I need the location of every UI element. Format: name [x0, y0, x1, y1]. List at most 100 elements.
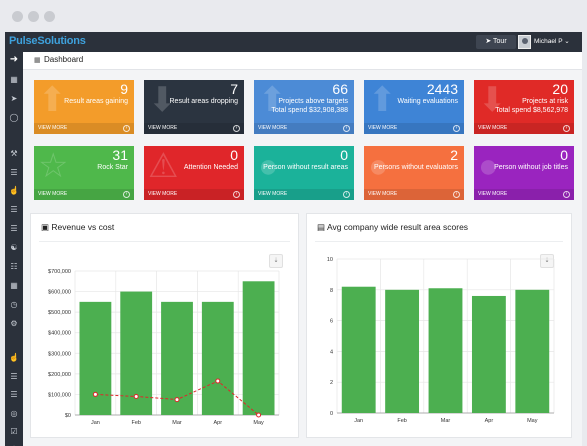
send-icon: ➤ — [485, 38, 492, 45]
arrow-right-circle-icon: › — [563, 125, 570, 132]
tile-number: 9 — [120, 81, 128, 97]
y-tick-label: $600,000 — [48, 290, 71, 296]
tile-number: 0 — [230, 147, 238, 163]
sidebar: ➜ ▦ ➤ ◯ ⚒ ☰ ☝ ☰ ☰ ☯ ☷ ▦ ◷ ⚙ ☝ ☰ ☰ ◎ ☑ ⏻ — [5, 52, 23, 446]
tile-label: Projects above targets — [278, 98, 348, 105]
view-more-link[interactable]: VIEW MORE › — [474, 189, 574, 200]
view-more-link[interactable]: VIEW MORE › — [254, 189, 354, 200]
bar — [471, 295, 506, 413]
life-ring-icon[interactable]: ◎ — [8, 408, 20, 420]
list-icon[interactable]: ☰ — [8, 223, 20, 235]
tile-number: 0 — [340, 147, 348, 163]
window-dot[interactable] — [44, 11, 55, 22]
user-menu[interactable]: Michael P ⌄ — [518, 34, 578, 50]
history-icon[interactable]: ◷ — [8, 299, 20, 311]
tile-number: 2443 — [426, 81, 458, 97]
tile-label: Rock Star — [97, 164, 128, 171]
view-more-link[interactable]: VIEW MORE › — [34, 123, 134, 134]
view-more-link[interactable]: VIEW MORE › — [34, 189, 134, 200]
bar — [428, 288, 463, 413]
thumbs-up-icon[interactable]: ☝ — [8, 352, 20, 364]
stat-tile[interactable]: ⬆ 66 Projects above targets Total spend $32… — [254, 80, 354, 134]
view-more-link[interactable]: VIEW MORE › — [364, 123, 464, 134]
x-tick-label: May — [253, 420, 264, 426]
view-more-label: VIEW MORE — [368, 125, 398, 131]
check-square-icon[interactable]: ☑ — [8, 426, 20, 438]
x-tick-label: Feb — [397, 418, 406, 424]
y-tick-label: $200,000 — [48, 372, 71, 378]
line-point — [215, 378, 221, 384]
stat-tile[interactable]: ⬆ 9 Result areas gaining VIEW MORE › — [34, 80, 134, 134]
dashboard-icon[interactable]: ▦ — [8, 74, 20, 86]
users-icon[interactable]: ☯ — [8, 242, 20, 254]
view-more-link[interactable]: VIEW MORE › — [254, 123, 354, 134]
arrow-right-circle-icon: › — [343, 191, 350, 198]
tile-label: Projects at risk — [522, 98, 568, 105]
tile-label: Person without result areas — [263, 164, 348, 171]
x-tick-label: May — [527, 418, 538, 424]
stat-tile[interactable]: ● 2 Persons without evaluators VIEW MORE › — [364, 146, 464, 200]
arrow-right-circle-icon: › — [233, 125, 240, 132]
sliders-icon[interactable]: ☰ — [8, 167, 20, 179]
gavel-icon[interactable]: ⚒ — [8, 148, 20, 160]
stat-tile[interactable]: ⬇ 20 Projects at risk Total spend $8,562,97… — [474, 80, 574, 134]
tile-sublabel: Total spend $32,908,388 — [271, 107, 348, 114]
window-titlebar — [0, 0, 587, 32]
bar — [385, 289, 420, 413]
y-tick-label: $0 — [65, 413, 71, 419]
gear-icon[interactable]: ⚙ — [8, 318, 20, 330]
table-icon[interactable]: ▦ — [8, 280, 20, 292]
send-icon[interactable]: ➤ — [8, 93, 20, 105]
tile-number: 2 — [450, 147, 458, 163]
view-more-link[interactable]: VIEW MORE › — [364, 189, 464, 200]
y-tick-label: 10 — [327, 257, 333, 263]
list-icon[interactable]: ☰ — [8, 371, 20, 383]
stat-tile[interactable]: ⬇ 7 Result areas dropping VIEW MORE › — [144, 80, 244, 134]
tile-sublabel: Total spend $8,562,978 — [495, 107, 568, 114]
view-more-link[interactable]: VIEW MORE › — [144, 189, 244, 200]
arrow-right-circle-icon: › — [563, 191, 570, 198]
arrow-right-circle-icon: › — [343, 125, 350, 132]
stat-tile[interactable]: ● 0 Person without job titles VIEW MORE › — [474, 146, 574, 200]
bar — [79, 301, 112, 415]
tile-label: Waiting evaluations — [397, 98, 458, 105]
avatar — [518, 35, 531, 49]
x-tick-label: Feb — [131, 420, 140, 426]
y-tick-label: 0 — [330, 411, 333, 417]
revenue-chart-card: ▣ Revenue vs cost ⇣ $0 $100,000 $200,000 $3… — [30, 213, 299, 438]
stat-tile[interactable]: ⬆ 2443 Waiting evaluations VIEW MORE › — [364, 80, 464, 134]
y-tick-label: $400,000 — [48, 331, 71, 337]
tour-button[interactable]: ➤ Tour — [476, 35, 516, 49]
logo[interactable]: PulseSolutions — [9, 35, 86, 47]
sliders-icon[interactable]: ☰ — [8, 389, 20, 401]
line-point — [174, 397, 180, 403]
chevron-down-icon: ⌄ — [564, 38, 570, 45]
thumbs-up-icon[interactable]: ☝ — [8, 185, 20, 197]
breadcrumb: ▦ Dashboard — [23, 52, 582, 70]
y-tick-label: $100,000 — [48, 392, 71, 398]
list-icon[interactable]: ☰ — [8, 204, 20, 216]
tile-label: Person without job titles — [494, 164, 568, 171]
view-more-label: VIEW MORE — [38, 191, 68, 197]
logo-text: PulseSolutions — [9, 35, 86, 47]
lightbulb-icon[interactable]: ◯ — [8, 112, 20, 124]
view-more-link[interactable]: VIEW MORE › — [474, 123, 574, 134]
window-dot[interactable] — [28, 11, 39, 22]
tile-label: Persons without evaluators — [373, 164, 458, 171]
stat-tile[interactable]: ● 0 Person without result areas VIEW MORE › — [254, 146, 354, 200]
view-more-label: VIEW MORE — [258, 125, 288, 131]
tile-label: Result areas dropping — [169, 98, 239, 105]
view-more-label: VIEW MORE — [258, 191, 288, 197]
tile-number: 20 — [552, 81, 568, 97]
stat-tile[interactable]: ☆ 31 Rock Star VIEW MORE › — [34, 146, 134, 200]
x-tick-label: Apr — [214, 420, 223, 426]
sitemap-icon[interactable]: ☷ — [8, 261, 20, 273]
y-tick-label: 8 — [330, 288, 333, 294]
user-name: Michael P ⌄ — [534, 34, 570, 50]
arrow-right-circle-icon[interactable]: ➜ — [8, 54, 20, 66]
app-window: PulseSolutions ➤ Tour Michael P ⌄ ➜ ▦ ➤ … — [5, 32, 582, 446]
stat-tile[interactable]: ⚠ 0 Attention Needed VIEW MORE › — [144, 146, 244, 200]
window-dot[interactable] — [12, 11, 23, 22]
y-tick-label: $700,000 — [48, 269, 71, 275]
view-more-link[interactable]: VIEW MORE › — [144, 123, 244, 134]
